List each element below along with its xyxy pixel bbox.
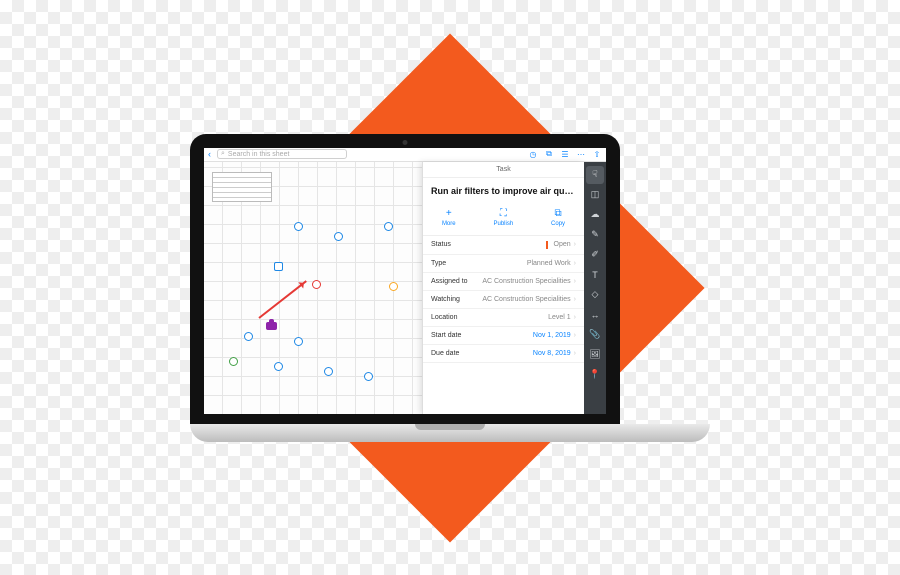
task-panel: Task Run air filters to improve air qu… …: [422, 162, 584, 414]
laptop-frame: ‹ ⌕ Search in this sheet ◷ ⧉ ☰ ⋯ ⇧: [190, 134, 710, 442]
laptop-base: [190, 424, 710, 442]
back-button[interactable]: ‹: [208, 149, 211, 159]
sheet-marker[interactable]: [312, 280, 321, 289]
chevron-right-icon: ›: [574, 278, 576, 285]
sheet-marker[interactable]: [334, 232, 343, 241]
sheet-marker[interactable]: [389, 282, 398, 291]
sheet-marker[interactable]: [229, 357, 238, 366]
select-icon[interactable]: ◫: [586, 186, 604, 204]
panel-header: Task: [423, 162, 584, 178]
task-field-watching[interactable]: WatchingAC Construction Specialities›: [423, 291, 584, 309]
task-field-status[interactable]: StatusOpen›: [423, 236, 584, 255]
chevron-right-icon: ›: [574, 332, 576, 339]
pointer-icon[interactable]: ☟: [586, 166, 604, 184]
panel-action-copy[interactable]: ⧉Copy: [551, 208, 565, 227]
task-field-start-date[interactable]: Start dateNov 1, 2019›: [423, 327, 584, 345]
sheet-marker[interactable]: [294, 222, 303, 231]
search-placeholder: Search in this sheet: [228, 151, 289, 158]
webcam: [403, 140, 408, 145]
clock-icon[interactable]: ◷: [528, 149, 538, 159]
chevron-right-icon: ›: [574, 260, 576, 267]
sheet-marker[interactable]: [384, 222, 393, 231]
app-screen: ‹ ⌕ Search in this sheet ◷ ⧉ ☰ ⋯ ⇧: [204, 148, 606, 414]
panel-actions: +More ⛶Publish ⧉Copy: [423, 204, 584, 236]
panel-action-more[interactable]: +More: [442, 208, 456, 227]
top-toolbar: ‹ ⌕ Search in this sheet ◷ ⧉ ☰ ⋯ ⇧: [204, 148, 606, 162]
chevron-right-icon: ›: [574, 241, 576, 248]
sheet-marker[interactable]: [364, 372, 373, 381]
sheet-marker[interactable]: [324, 367, 333, 376]
pen-icon[interactable]: ✎: [586, 226, 604, 244]
photo-icon[interactable]: 🖼: [586, 346, 604, 364]
sheet-marker[interactable]: [274, 262, 283, 271]
panel-action-publish[interactable]: ⛶Publish: [493, 208, 513, 227]
action-icon: ⛶: [500, 208, 507, 219]
attach-icon[interactable]: 📎: [586, 326, 604, 344]
task-field-location[interactable]: LocationLevel 1›: [423, 309, 584, 327]
camera-annotation[interactable]: [266, 322, 277, 330]
search-input[interactable]: ⌕ Search in this sheet: [217, 149, 347, 159]
cloud-icon[interactable]: ☁: [586, 206, 604, 224]
action-icon: +: [446, 208, 452, 219]
shape-icon[interactable]: ◇: [586, 286, 604, 304]
filter-icon[interactable]: ☰: [560, 149, 570, 159]
search-icon: ⌕: [221, 150, 225, 158]
sheet-schedule-table: [212, 172, 272, 202]
arrow-annotation[interactable]: [258, 280, 307, 319]
text-icon[interactable]: T: [586, 266, 604, 284]
chevron-right-icon: ›: [574, 314, 576, 321]
chevron-right-icon: ›: [574, 296, 576, 303]
highlight-icon[interactable]: ✐: [586, 246, 604, 264]
task-field-due-date[interactable]: Due dateNov 8, 2019›: [423, 345, 584, 363]
layers-icon[interactable]: ⧉: [544, 149, 554, 159]
sheet-viewport[interactable]: Task Run air filters to improve air qu… …: [204, 162, 584, 414]
sheet-marker[interactable]: [274, 362, 283, 371]
task-field-assigned-to[interactable]: Assigned toAC Construction Specialities›: [423, 273, 584, 291]
sheet-marker[interactable]: [294, 337, 303, 346]
measure-icon[interactable]: ↔: [586, 306, 604, 324]
task-field-type[interactable]: TypePlanned Work›: [423, 255, 584, 273]
more-icon[interactable]: ⋯: [576, 149, 586, 159]
right-toolbar: ☟ ◫ ☁ ✎ ✐ T ◇ ↔ 📎 🖼 📍: [584, 162, 606, 414]
sheet-marker[interactable]: [244, 332, 253, 341]
share-icon[interactable]: ⇧: [592, 149, 602, 159]
action-icon: ⧉: [554, 208, 561, 219]
pin-icon[interactable]: 📍: [586, 366, 604, 384]
task-title: Run air filters to improve air qu…: [423, 178, 584, 204]
chevron-right-icon: ›: [574, 350, 576, 357]
